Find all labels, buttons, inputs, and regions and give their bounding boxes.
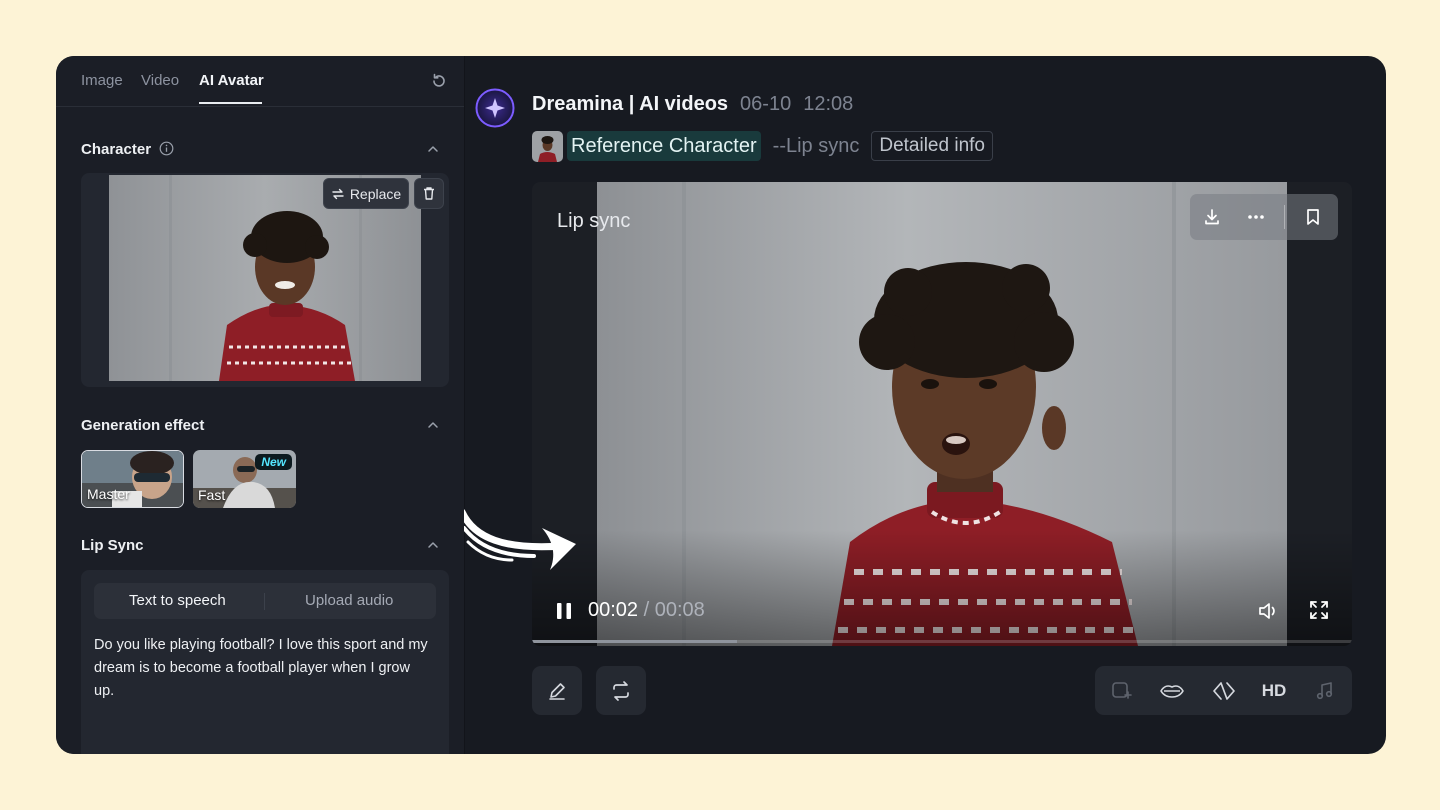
effect-fast[interactable]: Fast New — [193, 450, 296, 508]
curved-arrow-icon — [464, 509, 576, 570]
refresh-icon[interactable] — [430, 72, 448, 90]
record-title: Dreamina | AI videos — [532, 93, 729, 115]
video-toolbar — [1190, 194, 1338, 240]
new-badge: New — [255, 454, 292, 470]
info-icon[interactable] — [159, 141, 174, 156]
tab-ai-avatar[interactable]: AI Avatar — [199, 72, 264, 89]
hd-button[interactable]: HD — [1252, 666, 1296, 715]
panel-divider — [464, 56, 465, 754]
video-player[interactable]: Lip sync 00:02 / 00:08 — [532, 182, 1352, 646]
video-timecode: 00:02 / 00:08 — [588, 599, 705, 622]
app-window: Image Video AI Avatar Character Replace … — [56, 56, 1386, 754]
edit-button[interactable] — [532, 666, 582, 715]
delete-button[interactable] — [414, 178, 444, 209]
segment-divider — [264, 593, 265, 610]
trash-icon — [424, 187, 434, 200]
enhance-toolbar: HD — [1095, 666, 1352, 715]
bookmark-button[interactable] — [1291, 194, 1335, 240]
detailed-info-button[interactable]: Detailed info — [871, 131, 993, 161]
active-tab-indicator — [199, 102, 262, 104]
record-time: 12:08 — [803, 93, 854, 115]
tab-image[interactable]: Image — [81, 72, 123, 89]
video-progress-bar[interactable] — [532, 640, 1352, 643]
replace-button[interactable]: Replace — [323, 178, 409, 209]
lip-sync-panel: Text to speech Upload audio Do you like … — [81, 570, 449, 754]
toolbar-separator — [1284, 205, 1285, 229]
music-button[interactable] — [1303, 666, 1347, 715]
left-panel: Image Video AI Avatar Character Replace … — [56, 56, 464, 754]
chevron-up-icon[interactable] — [426, 538, 440, 552]
dreamina-logo-icon — [475, 88, 515, 128]
current-time: 00:02 — [588, 599, 639, 621]
video-label: Lip sync — [557, 210, 631, 232]
download-icon — [1205, 209, 1219, 225]
effect-master[interactable]: Master — [81, 450, 184, 508]
regenerate-icon — [613, 680, 629, 701]
tab-video[interactable]: Video — [141, 72, 179, 89]
reference-thumbnail[interactable] — [532, 130, 563, 162]
pencil-icon — [549, 682, 565, 700]
record-date: 06-10 — [740, 93, 792, 115]
speech-text-input[interactable]: Do you like playing football? I love thi… — [94, 634, 434, 703]
pause-icon[interactable] — [554, 601, 574, 621]
regenerate-button[interactable] — [596, 666, 646, 715]
music-note-icon — [1316, 681, 1333, 699]
lip-sync-button[interactable] — [1150, 666, 1194, 715]
total-time: / 00:08 — [643, 599, 705, 621]
tab-upload-audio[interactable]: Upload audio — [305, 592, 393, 609]
character-section-title: Character — [81, 141, 152, 158]
interpolate-button[interactable] — [1202, 666, 1246, 715]
mode-label: --Lip sync — [772, 134, 860, 157]
fullscreen-icon[interactable] — [1308, 599, 1330, 621]
chevron-up-icon[interactable] — [426, 142, 440, 156]
more-icon — [1248, 215, 1264, 219]
lips-icon — [1160, 684, 1184, 698]
character-preview: Replace — [81, 173, 449, 387]
frame-extend-button[interactable] — [1099, 666, 1143, 715]
reference-row: Reference Character --Lip sync Detailed … — [532, 130, 993, 162]
lip-sync-section-title: Lip Sync — [81, 537, 144, 554]
replace-label: Replace — [349, 185, 402, 202]
generation-effect-title: Generation effect — [81, 417, 205, 434]
lip-sync-mode-switch: Text to speech Upload audio — [94, 583, 436, 619]
swap-icon — [332, 188, 344, 199]
video-progress-fill — [532, 640, 737, 643]
effect-master-label: Master — [87, 486, 130, 502]
download-button[interactable] — [1190, 194, 1234, 240]
record-header: Dreamina | AI videos 06-10 12:08 — [532, 93, 853, 116]
tab-text-to-speech[interactable]: Text to speech — [129, 592, 226, 609]
bookmark-icon — [1307, 209, 1319, 225]
frame-add-icon — [1112, 681, 1132, 699]
volume-icon[interactable] — [1256, 599, 1280, 623]
reference-character-chip[interactable]: Reference Character — [567, 131, 761, 161]
video-frame — [532, 182, 1352, 646]
more-button[interactable] — [1234, 194, 1278, 240]
hd-label: HD — [1261, 680, 1287, 700]
diamond-icon — [1213, 681, 1235, 700]
chevron-up-icon[interactable] — [426, 418, 440, 432]
mode-tabs: Image Video AI Avatar — [56, 56, 464, 107]
effect-fast-label: Fast — [198, 487, 226, 503]
